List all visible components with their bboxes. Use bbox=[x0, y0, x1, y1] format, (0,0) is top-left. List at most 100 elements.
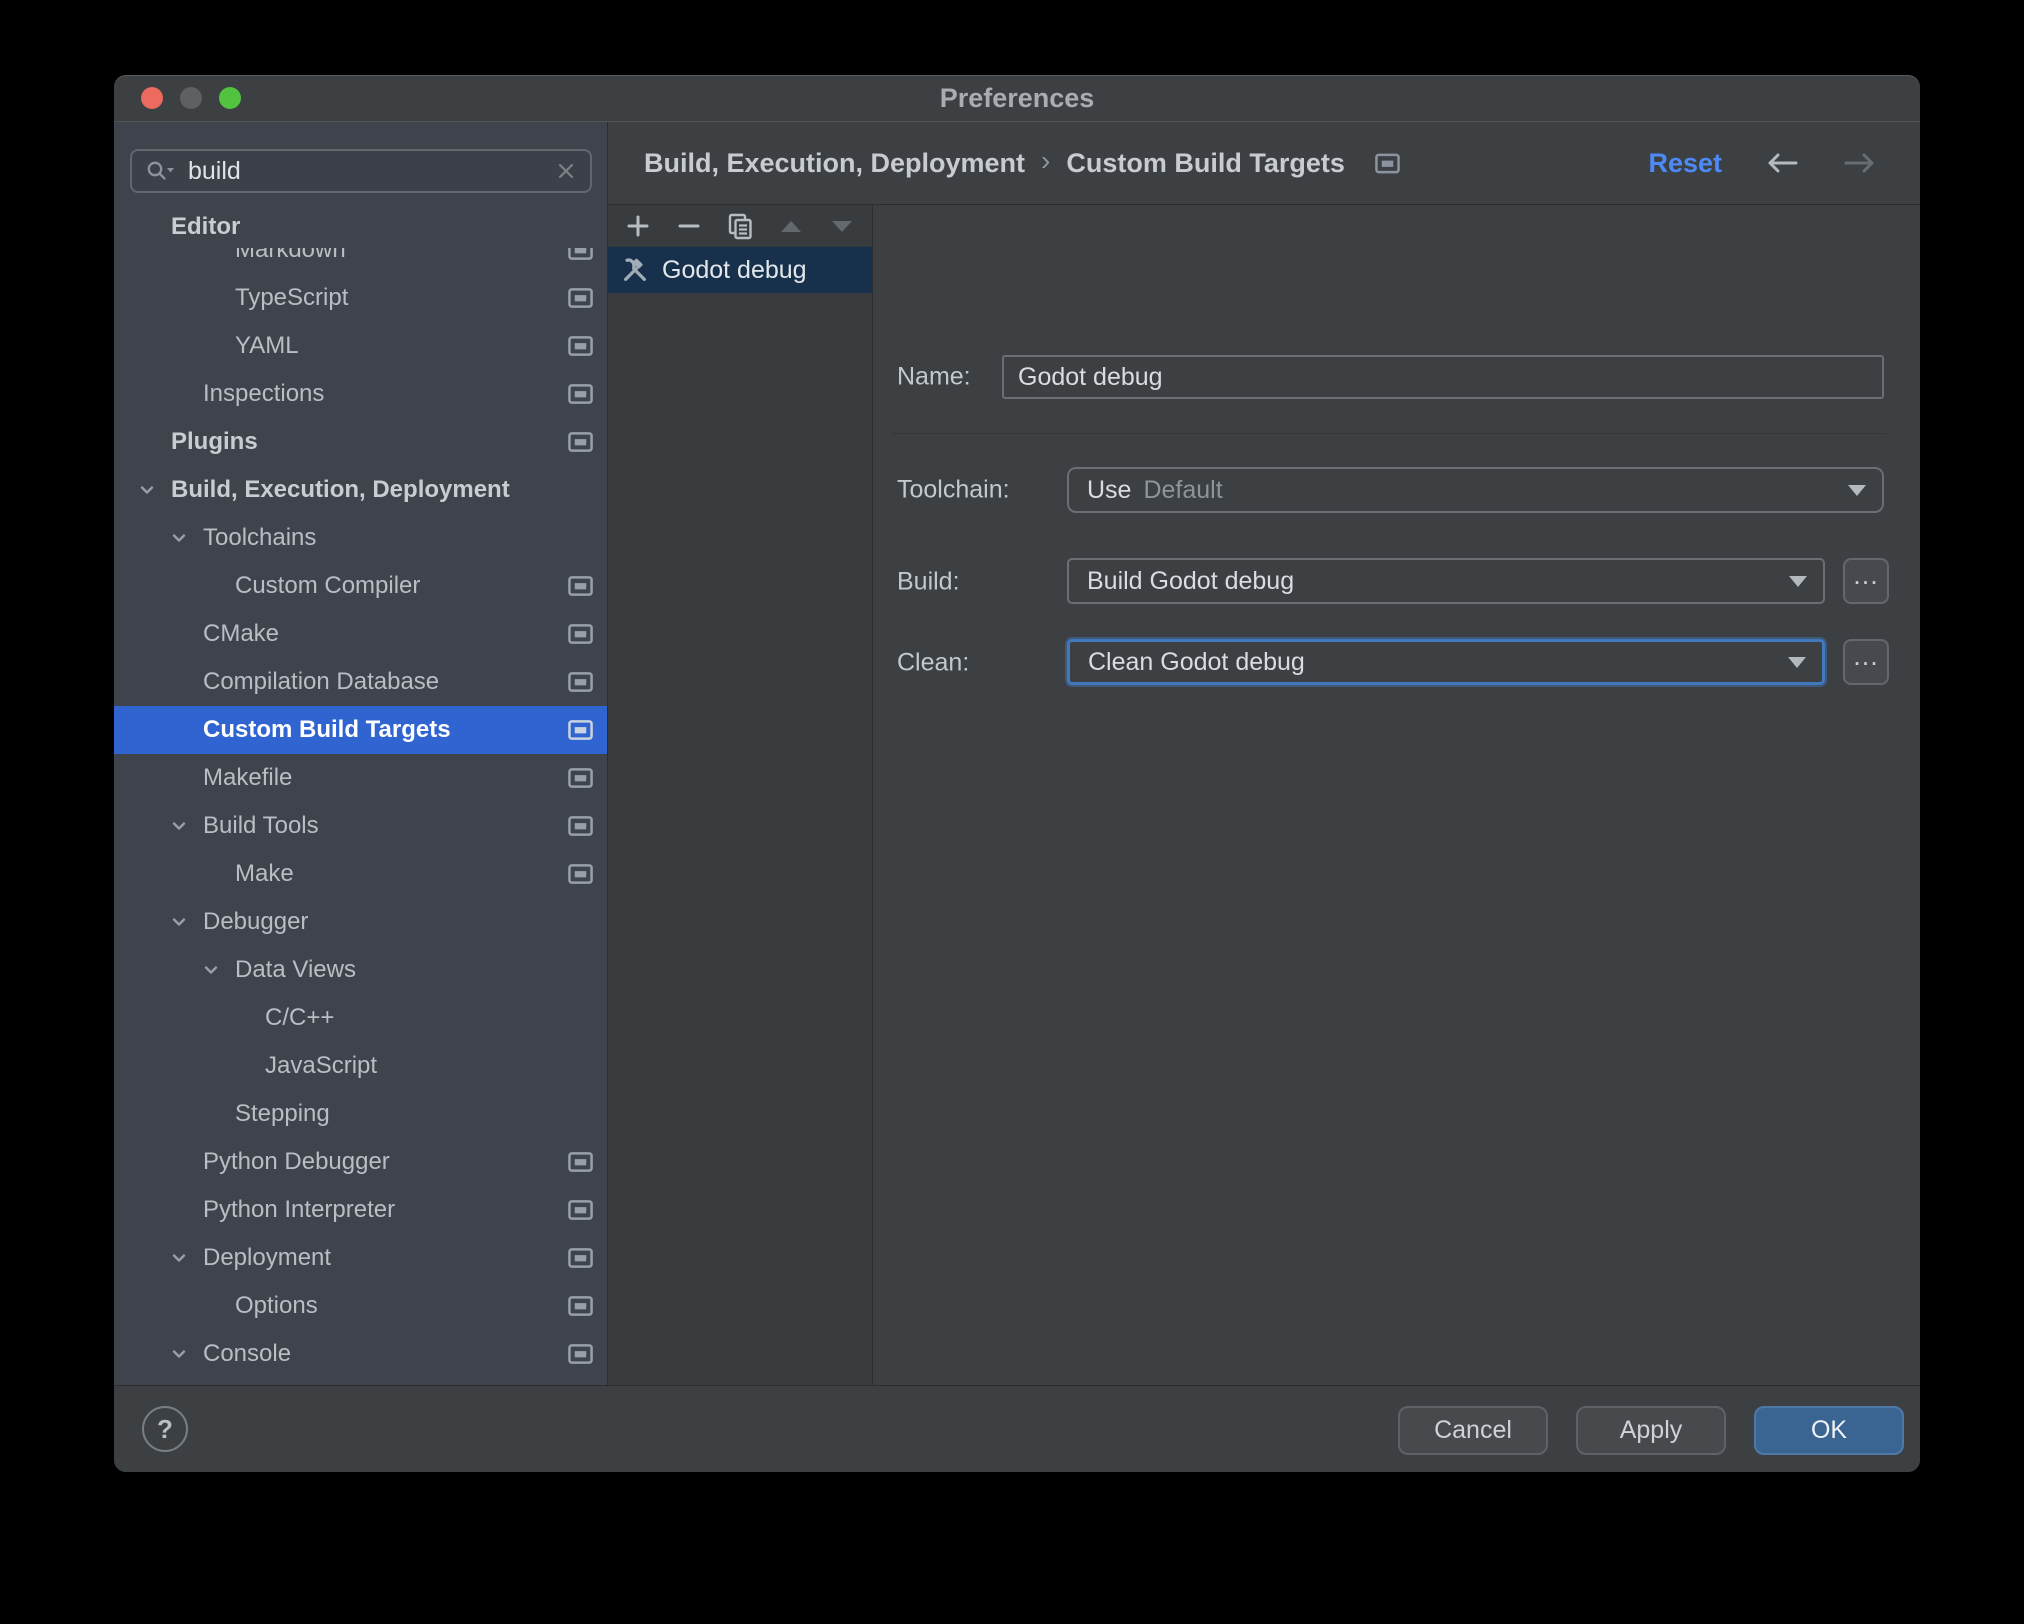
tree-item-label: Build, Execution, Deployment bbox=[171, 476, 510, 503]
tree-item-make[interactable]: Make bbox=[114, 850, 607, 898]
tree-item-python-interpreter[interactable]: Python Interpreter bbox=[114, 1186, 607, 1234]
tree-item-label: Plugins bbox=[171, 428, 258, 455]
tree-item-stepping[interactable]: Stepping bbox=[114, 1090, 607, 1138]
targets-toolbar bbox=[608, 205, 872, 247]
tree-item-build-tools[interactable]: Build Tools bbox=[114, 802, 607, 850]
tree-item-makefile[interactable]: Makefile bbox=[114, 754, 607, 802]
tree-item-label: Compilation Database bbox=[203, 668, 440, 695]
chevron-down-icon[interactable] bbox=[169, 1248, 189, 1268]
tree-item-label: JavaScript bbox=[265, 1052, 378, 1079]
target-list-item-label: Godot debug bbox=[662, 255, 807, 284]
build-more-button[interactable]: ... bbox=[1843, 558, 1889, 604]
chevron-down-icon[interactable] bbox=[169, 528, 189, 548]
question-mark-icon: ? bbox=[157, 1413, 173, 1444]
build-value: Build Godot debug bbox=[1087, 566, 1295, 595]
chevron-down-icon[interactable] bbox=[201, 960, 221, 980]
tree-item-javascript[interactable]: JavaScript bbox=[114, 1042, 607, 1090]
toolchain-dropdown[interactable]: Use Default bbox=[1067, 467, 1884, 513]
breadcrumb-separator-icon: › bbox=[1041, 145, 1051, 176]
build-dropdown[interactable]: Build Godot debug bbox=[1067, 558, 1825, 604]
ok-button[interactable]: OK bbox=[1754, 1406, 1904, 1455]
preferences-window: Preferences EditorMarkdownTypeScriptYAML… bbox=[114, 75, 1920, 1472]
zoom-window-button[interactable] bbox=[219, 87, 241, 109]
target-settings-form: Name: Toolchain: Use Default Build: bbox=[872, 205, 1920, 1385]
move-down-icon bbox=[829, 213, 855, 239]
move-up-button[interactable] bbox=[776, 211, 806, 241]
search-match-indicator-icon bbox=[568, 1344, 593, 1365]
tree-item-label: Custom Build Targets bbox=[203, 716, 451, 743]
minimize-window-button[interactable] bbox=[180, 87, 202, 109]
tree-item-yaml[interactable]: YAML bbox=[114, 322, 607, 370]
tree-item-label: C/C++ bbox=[265, 1004, 335, 1031]
close-window-button[interactable] bbox=[141, 87, 163, 109]
tree-item-cmake[interactable]: CMake bbox=[114, 610, 607, 658]
tree-item-label: Data Views bbox=[235, 956, 356, 983]
apply-button[interactable]: Apply bbox=[1576, 1406, 1726, 1455]
tree-item-inspections[interactable]: Inspections bbox=[114, 370, 607, 418]
tree-item-console[interactable]: Console bbox=[114, 1330, 607, 1378]
cancel-button[interactable]: Cancel bbox=[1398, 1406, 1548, 1455]
toolchain-label: Toolchain: bbox=[897, 475, 1010, 504]
breadcrumb-parent[interactable]: Build, Execution, Deployment bbox=[644, 148, 1025, 179]
tree-item-c-c[interactable]: C/C++ bbox=[114, 994, 607, 1042]
clean-row: Clean: Clean Godot debug ... bbox=[873, 639, 1920, 687]
search-match-indicator-icon bbox=[568, 432, 593, 453]
tree-item-data-views[interactable]: Data Views bbox=[114, 946, 607, 994]
copy-button[interactable] bbox=[725, 211, 755, 241]
tree-item-deployment[interactable]: Deployment bbox=[114, 1234, 607, 1282]
search-icon[interactable] bbox=[146, 159, 176, 183]
search-match-indicator-icon bbox=[568, 576, 593, 597]
clear-search-icon[interactable] bbox=[556, 161, 576, 181]
window-title: Preferences bbox=[939, 82, 1095, 113]
clean-label: Clean: bbox=[897, 648, 970, 677]
search-match-indicator-icon bbox=[568, 720, 593, 741]
chevron-down-icon[interactable] bbox=[137, 480, 157, 500]
add-button[interactable] bbox=[623, 211, 653, 241]
chevron-down-icon[interactable] bbox=[169, 816, 189, 836]
clean-more-button[interactable]: ... bbox=[1843, 639, 1889, 685]
target-list-item[interactable]: Godot debug bbox=[608, 247, 872, 293]
reset-link[interactable]: Reset bbox=[1648, 148, 1722, 179]
help-button[interactable]: ? bbox=[142, 1406, 188, 1452]
clean-dropdown[interactable]: Clean Godot debug bbox=[1067, 639, 1825, 685]
tree-item-build-execution-deployment[interactable]: Build, Execution, Deployment bbox=[114, 466, 607, 514]
clean-value: Clean Godot debug bbox=[1088, 647, 1305, 676]
dialog-body: EditorMarkdownTypeScriptYAMLInspectionsP… bbox=[114, 122, 1920, 1385]
search-match-indicator-icon bbox=[568, 1296, 593, 1317]
tree-item-toolchains[interactable]: Toolchains bbox=[114, 514, 607, 562]
chevron-down-icon[interactable] bbox=[169, 1344, 189, 1364]
build-row: Build: Build Godot debug ... bbox=[873, 558, 1920, 606]
tree-item-label: TypeScript bbox=[235, 284, 349, 311]
tree-item-label: Build Tools bbox=[203, 812, 319, 839]
toolchain-value: Use bbox=[1087, 475, 1132, 504]
tree-item-options[interactable]: Options bbox=[114, 1282, 607, 1330]
breadcrumb: Build, Execution, Deployment › Custom Bu… bbox=[644, 122, 1400, 204]
settings-tree: Editor Markdown TypeScript YAML Inspections P… bbox=[114, 206, 607, 1385]
search-match-indicator-icon[interactable] bbox=[1375, 153, 1400, 174]
back-arrow-icon[interactable] bbox=[1764, 150, 1800, 176]
tree-item-typescript[interactable]: TypeScript bbox=[114, 274, 607, 322]
chevron-down-icon[interactable] bbox=[169, 912, 189, 932]
forward-arrow-icon[interactable] bbox=[1842, 150, 1878, 176]
chevron-down-icon bbox=[1789, 576, 1807, 587]
tree-item-python-debugger[interactable]: Python Debugger bbox=[114, 1138, 607, 1186]
breadcrumb-current[interactable]: Custom Build Targets bbox=[1066, 148, 1345, 179]
search-match-indicator-icon bbox=[568, 816, 593, 837]
tree-item-compilation-database[interactable]: Compilation Database bbox=[114, 658, 607, 706]
move-down-button[interactable] bbox=[827, 211, 857, 241]
section-divider bbox=[893, 433, 1886, 434]
settings-search-box[interactable] bbox=[130, 149, 592, 193]
tree-item-label: YAML bbox=[235, 332, 299, 359]
tree-item-debugger[interactable]: Debugger bbox=[114, 898, 607, 946]
tree-item-editor[interactable]: Editor bbox=[114, 206, 607, 248]
settings-content: Godot debug Name: Toolchain: Use Def bbox=[608, 205, 1920, 1385]
tree-item-custom-build-targets[interactable]: Custom Build Targets bbox=[114, 706, 607, 754]
tree-item-label: Editor bbox=[171, 213, 241, 240]
target-name-field[interactable] bbox=[1002, 355, 1884, 399]
tree-item-plugins[interactable]: Plugins bbox=[114, 418, 607, 466]
remove-button[interactable] bbox=[674, 211, 704, 241]
tree-item-label: Stepping bbox=[235, 1100, 330, 1127]
search-input[interactable] bbox=[186, 155, 546, 187]
tree-item-label: Custom Compiler bbox=[235, 572, 421, 599]
tree-item-custom-compiler[interactable]: Custom Compiler bbox=[114, 562, 607, 610]
